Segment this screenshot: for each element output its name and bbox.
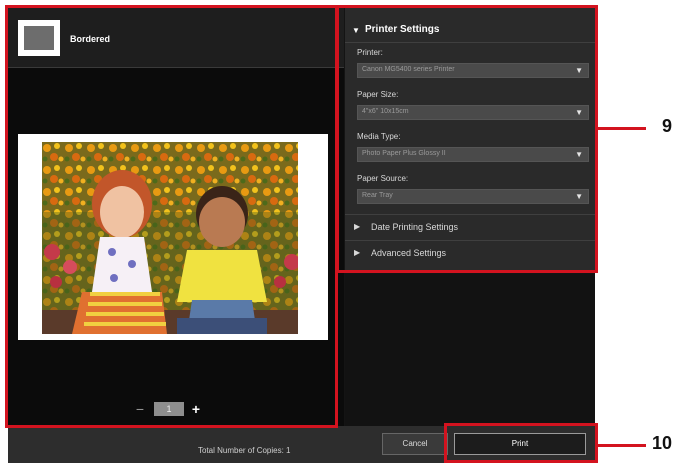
callout-number-10: 10	[652, 433, 673, 453]
total-copies-label: Total Number of Copies: 1	[198, 446, 291, 455]
empty-settings-area	[345, 274, 595, 426]
callout-line-10	[598, 444, 646, 447]
callout-number-9: 9	[662, 116, 673, 136]
callout-line-9	[598, 127, 646, 130]
highlight-box-settings	[336, 5, 598, 273]
highlight-box-preview	[5, 5, 338, 428]
cancel-button[interactable]: Cancel	[382, 433, 448, 455]
highlight-box-print	[444, 423, 598, 463]
